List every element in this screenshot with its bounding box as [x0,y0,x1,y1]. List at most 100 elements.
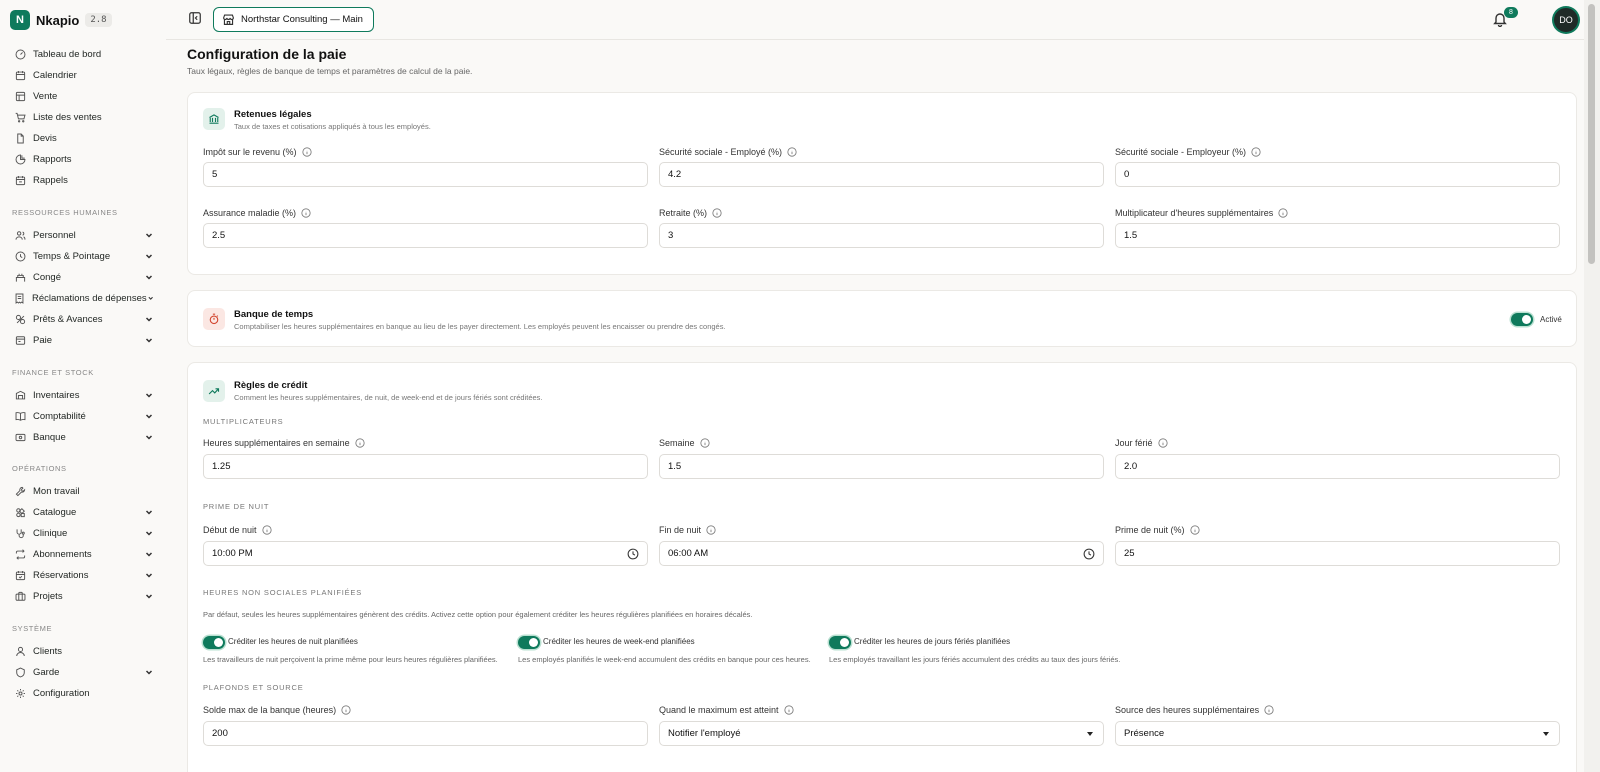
sidebar-item-catalog[interactable]: Catalogue [14,503,154,521]
sidebar-item-label: Réclamations de dépenses [32,292,147,304]
sidebar-item-quotes[interactable]: Devis [14,129,154,147]
sidebar-item-sales-list[interactable]: Liste des ventes [14,108,154,126]
section-title-hr: Ressources humaines [12,208,118,217]
section-title-operations: Opérations [12,464,67,473]
info-icon[interactable] [1278,208,1288,218]
info-icon[interactable] [301,208,311,218]
credit-holiday-hours-toggle[interactable] [829,636,851,649]
sidebar-item-projects[interactable]: Projets [14,587,154,605]
sidebar-item-configuration[interactable]: Configuration [14,684,154,702]
brand[interactable]: N Nkapio 2.8 [10,10,112,30]
clock-icon[interactable] [1083,548,1095,560]
night-end-input[interactable]: 06:00 AM [659,541,1104,566]
card-title: Banque de temps [234,309,314,320]
toggle-help: Les travailleurs de nuit perçoivent la p… [203,655,498,664]
chevron-down-icon [145,573,153,578]
retirement-input[interactable]: 3 [659,223,1104,248]
sidebar-item-time[interactable]: Temps & Pointage [14,247,154,265]
sidebar-item-clients[interactable]: Clients [14,642,154,660]
org-switcher-button[interactable]: Northstar Consulting — Main [213,7,374,32]
social-security-employer-input[interactable]: 0 [1115,162,1560,187]
info-icon[interactable] [301,147,312,157]
sidebar-item-label: Configuration [33,687,90,699]
info-icon[interactable] [783,705,794,715]
reminder-icon [14,174,26,186]
sidebar-item-label: Garde [33,666,60,678]
info-icon[interactable] [1251,147,1261,157]
overtime-multiplier-label: Multiplicateur d'heures supplémentaires [1115,208,1288,218]
sidebar-item-calendar[interactable]: Calendrier [14,66,154,84]
chevron-down-icon [145,414,153,419]
sidebar-item-staff[interactable]: Personnel [14,226,154,244]
info-icon[interactable] [1189,525,1200,535]
night-start-input[interactable]: 10:00 PM [203,541,648,566]
sidebar-item-payroll[interactable]: Paie [14,331,154,349]
info-icon[interactable] [787,147,797,157]
max-balance-label: Solde max de la banque (heures) [203,705,351,715]
document-icon [14,132,26,144]
clock-icon[interactable] [627,548,639,560]
info-icon[interactable] [355,438,365,448]
credit-weekend-hours-toggle[interactable] [518,636,540,649]
trending-up-icon [203,380,225,402]
sidebar-item-my-work[interactable]: Mon travail [14,482,154,500]
credit-night-hours-toggle[interactable] [203,636,225,649]
pie-chart-icon [14,153,26,165]
sidebar-item-expenses[interactable]: Réclamations de dépenses [14,289,154,307]
sidebar-item-clinic[interactable]: Clinique [14,524,154,542]
sidebar-item-leave[interactable]: Congé [14,268,154,286]
overtime-multiplier-input[interactable]: 1.5 [1115,223,1560,248]
sidebar-item-subscriptions[interactable]: Abonnements [14,545,154,563]
sidebar-toggle-icon[interactable] [188,11,202,25]
sidebar-item-label: Projets [33,590,63,602]
social-security-employee-input[interactable]: 4.2 [659,162,1104,187]
sidebar-item-accounting[interactable]: Comptabilité [14,407,154,425]
sidebar: N Nkapio 2.8 Tableau de bord Calendrier … [0,0,166,772]
repeat-icon [14,548,26,560]
info-icon[interactable] [699,438,710,448]
sidebar-item-guard[interactable]: Garde [14,663,154,681]
bank-icon [14,431,26,443]
catalog-icon [14,506,26,518]
max-reached-select[interactable]: Notifier l'employé [659,721,1104,746]
info-icon[interactable] [341,705,351,715]
info-icon[interactable] [712,208,722,218]
info-icon[interactable] [261,525,272,535]
income-tax-input[interactable]: 5 [203,162,648,187]
inventory-icon [14,389,26,401]
page-subtitle: Taux légaux, règles de banque de temps e… [187,66,473,76]
sidebar-item-label: Clinique [33,527,68,539]
sidebar-item-loans[interactable]: Prêts & Avances [14,310,154,328]
avatar[interactable]: DO [1554,8,1578,32]
section-title-finance: Finance et stock [12,368,94,377]
toggle-label: Créditer les heures de nuit planifiées [228,637,358,646]
gear-icon [14,687,26,699]
info-icon[interactable] [1157,438,1168,448]
card-description: Comment les heures supplémentaires, de n… [234,393,543,402]
night-premium-input[interactable]: 25 [1115,541,1560,566]
time-bank-toggle[interactable] [1511,313,1533,326]
scrollbar[interactable] [1584,0,1600,772]
info-icon[interactable] [1264,705,1274,715]
sidebar-item-bank[interactable]: Banque [14,428,154,446]
health-insurance-input[interactable]: 2.5 [203,223,648,248]
caret-down-icon [1543,732,1549,736]
weekday-overtime-input[interactable]: 1.25 [203,454,648,479]
holiday-multiplier-input[interactable]: 2.0 [1115,454,1560,479]
week-multiplier-input[interactable]: 1.5 [659,454,1104,479]
sidebar-item-bookings[interactable]: Réservations [14,566,154,584]
time-bank-toggle-label: Activé [1540,315,1562,324]
sidebar-item-dashboard[interactable]: Tableau de bord [14,45,154,63]
toggle-label: Créditer les heures de jours fériés plan… [854,637,1011,646]
sidebar-item-sale[interactable]: Vente [14,87,154,105]
unsocial-hours-section-title: Heures non sociales planifiées [203,588,363,597]
scrollbar-thumb[interactable] [1588,4,1595,264]
sidebar-item-inventory[interactable]: Inventaires [14,386,154,404]
toggle-label: Créditer les heures de week-end planifié… [543,637,695,646]
sidebar-item-reports[interactable]: Rapports [14,150,154,168]
notification-count-badge: 8 [1504,7,1518,18]
sidebar-item-reminders[interactable]: Rappels [14,171,154,189]
info-icon[interactable] [706,525,716,535]
overtime-source-select[interactable]: Présence [1115,721,1560,746]
max-balance-input[interactable]: 200 [203,721,648,746]
